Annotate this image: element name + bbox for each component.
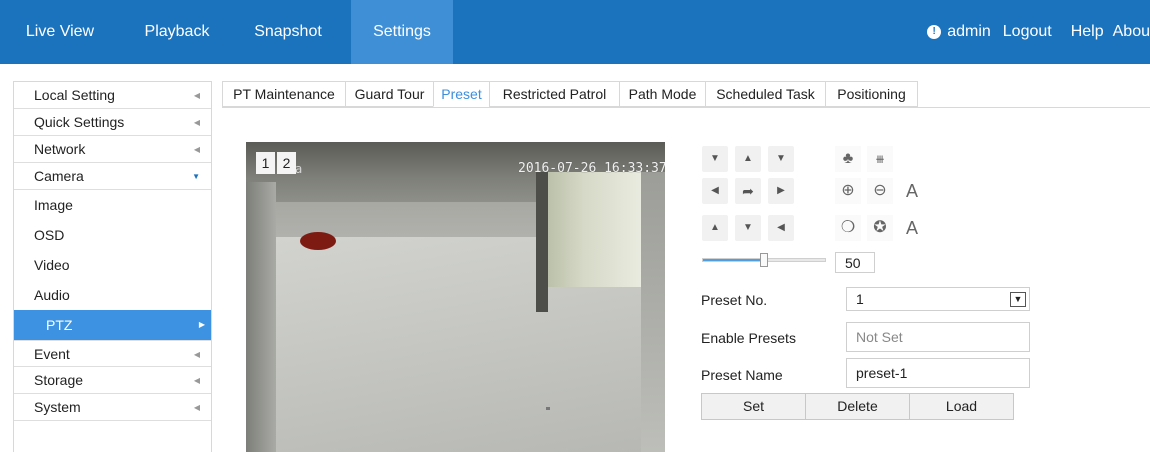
video-right-strip bbox=[536, 172, 548, 312]
load-button[interactable]: Load bbox=[909, 393, 1014, 420]
sidebar-item-camera[interactable]: Camera ▼ bbox=[14, 163, 211, 190]
arrow-up-right-icon[interactable]: ▼ bbox=[768, 146, 794, 172]
video-speck bbox=[546, 407, 550, 410]
nav-snapshot[interactable]: Snapshot bbox=[240, 0, 336, 64]
sidebar-item-label: Camera bbox=[34, 168, 84, 184]
light-icon[interactable]: ⧻ bbox=[867, 146, 893, 172]
help-link[interactable]: Help bbox=[1071, 0, 1104, 64]
sidebar-item-system[interactable]: System ◀ bbox=[14, 394, 211, 421]
tab-scheduled-task[interactable]: Scheduled Task bbox=[705, 81, 826, 107]
sidebar-subitem-label: Image bbox=[34, 197, 73, 213]
tab-path-mode[interactable]: Path Mode bbox=[619, 81, 706, 107]
sidebar-subitem-label: Video bbox=[34, 257, 70, 273]
osd-camera-name: a bbox=[295, 162, 303, 176]
tab-guard-tour[interactable]: Guard Tour bbox=[345, 81, 434, 107]
sidebar-subitem-audio[interactable]: Audio bbox=[14, 280, 211, 310]
chevron-right-icon: ▶ bbox=[198, 320, 205, 329]
tab-positioning[interactable]: Positioning bbox=[825, 81, 918, 107]
sidebar-item-quick-settings[interactable]: Quick Settings ◀ bbox=[14, 109, 211, 136]
sidebar-subitem-video[interactable]: Video bbox=[14, 250, 211, 280]
auto-rotate-icon[interactable]: ➦ bbox=[735, 178, 761, 204]
sidebar-item-storage[interactable]: Storage ◀ bbox=[14, 367, 211, 394]
preset-number-select[interactable]: 1 ▼ bbox=[846, 287, 1030, 311]
sidebar-item-label: Local Setting bbox=[34, 87, 115, 103]
sidebar-item-label: Storage bbox=[34, 372, 84, 388]
wiper-icon[interactable]: ♣ bbox=[835, 146, 861, 172]
zoom-in-icon[interactable]: ⊕ bbox=[835, 178, 861, 204]
iris-open-icon[interactable]: ❍ bbox=[835, 215, 861, 241]
tab-preset[interactable]: Preset bbox=[433, 81, 490, 107]
chevron-left-icon: ◀ bbox=[193, 403, 200, 412]
iris-close-icon[interactable]: ✪ bbox=[867, 215, 893, 241]
zoom-out-icon[interactable]: ⊖ bbox=[867, 178, 893, 204]
chevron-left-icon: ◀ bbox=[193, 118, 200, 127]
preset-name-input[interactable]: preset-1 bbox=[846, 358, 1030, 388]
video-left-wall bbox=[246, 182, 276, 452]
channel-label-1[interactable]: 1 bbox=[256, 152, 275, 174]
video-red-spot bbox=[300, 232, 336, 250]
live-video-preview[interactable]: 1 2 a 2016-07-26 16:33:37 bbox=[246, 142, 665, 452]
sidebar-subitem-label: Audio bbox=[34, 287, 70, 303]
nav-settings[interactable]: Settings bbox=[351, 0, 453, 64]
sidebar-item-event[interactable]: Event ◀ bbox=[14, 340, 211, 367]
preset-number-label: Preset No. bbox=[701, 292, 768, 308]
settings-sidebar: Local Setting ◀ Quick Settings ◀ Network ◀ … bbox=[13, 81, 212, 452]
sidebar-item-label: System bbox=[34, 399, 81, 415]
nav-playback[interactable]: Playback bbox=[127, 0, 227, 64]
sidebar-subitem-label: PTZ bbox=[46, 317, 73, 333]
auto-focus-icon[interactable]: A bbox=[899, 178, 925, 204]
sidebar-item-label: Quick Settings bbox=[34, 114, 125, 130]
sidebar-item-network[interactable]: Network ◀ bbox=[14, 136, 211, 163]
sidebar-subitem-image[interactable]: Image bbox=[14, 190, 211, 220]
enable-presets-value: Not Set bbox=[856, 329, 903, 345]
auto-iris-icon[interactable]: A bbox=[899, 215, 925, 241]
preset-number-value: 1 bbox=[856, 291, 864, 307]
sidebar-item-label: Network bbox=[34, 141, 86, 157]
ptz-speed-slider[interactable] bbox=[702, 253, 826, 267]
chevron-down-icon[interactable]: ▼ bbox=[1010, 292, 1026, 307]
top-navigation-bar: Live View Playback Snapshot Settings ! ad… bbox=[0, 0, 1150, 64]
arrow-down-left-icon[interactable]: ▲ bbox=[702, 215, 728, 241]
sidebar-subitem-ptz[interactable]: PTZ ▶ bbox=[14, 310, 211, 340]
enable-presets-label: Enable Presets bbox=[701, 330, 796, 346]
video-right-panel bbox=[546, 172, 641, 287]
channel-label-2[interactable]: 2 bbox=[277, 152, 296, 174]
arrow-left-icon[interactable]: ◀ bbox=[702, 178, 728, 204]
preset-name-label: Preset Name bbox=[701, 367, 783, 383]
username-label: admin bbox=[947, 23, 991, 40]
arrow-down-icon[interactable]: ▼ bbox=[735, 215, 761, 241]
set-button[interactable]: Set bbox=[701, 393, 806, 420]
logout-link[interactable]: Logout bbox=[1003, 0, 1052, 64]
osd-timestamp: 2016-07-26 16:33:37 bbox=[518, 161, 665, 176]
delete-button[interactable]: Delete bbox=[805, 393, 910, 420]
sidebar-subitem-osd[interactable]: OSD bbox=[14, 220, 211, 250]
ptz-speed-value[interactable]: 50 bbox=[835, 252, 875, 273]
sidebar-subitem-label: OSD bbox=[34, 227, 65, 243]
video-right-wall bbox=[641, 172, 665, 452]
chevron-left-icon: ◀ bbox=[193, 145, 200, 154]
chevron-left-icon: ◀ bbox=[193, 376, 200, 385]
arrow-down-right-icon[interactable]: ◀ bbox=[768, 215, 794, 241]
user-area: ! admin Logout Help Abou bbox=[927, 0, 1150, 64]
preset-name-value: preset-1 bbox=[856, 365, 908, 381]
user-icon: ! bbox=[927, 25, 942, 39]
tab-pt-maintenance[interactable]: PT Maintenance bbox=[222, 81, 346, 107]
chevron-down-icon: ▼ bbox=[192, 172, 200, 181]
about-link[interactable]: Abou bbox=[1113, 0, 1150, 64]
sidebar-item-local-setting[interactable]: Local Setting ◀ bbox=[14, 82, 211, 109]
chevron-left-icon: ◀ bbox=[193, 350, 200, 359]
sidebar-item-label: Event bbox=[34, 346, 70, 362]
slider-thumb[interactable] bbox=[760, 253, 768, 267]
slider-fill bbox=[703, 259, 764, 261]
nav-live-view[interactable]: Live View bbox=[18, 0, 102, 64]
arrow-up-left-icon[interactable]: ▼ bbox=[702, 146, 728, 172]
enable-presets-field: Not Set bbox=[846, 322, 1030, 352]
arrow-up-icon[interactable]: ▲ bbox=[735, 146, 761, 172]
tab-restricted-patrol[interactable]: Restricted Patrol bbox=[489, 81, 620, 107]
chevron-left-icon: ◀ bbox=[193, 91, 200, 100]
arrow-right-icon[interactable]: ▶ bbox=[768, 178, 794, 204]
ptz-tab-bar: PT Maintenance Guard Tour Preset Restric… bbox=[222, 81, 1150, 108]
